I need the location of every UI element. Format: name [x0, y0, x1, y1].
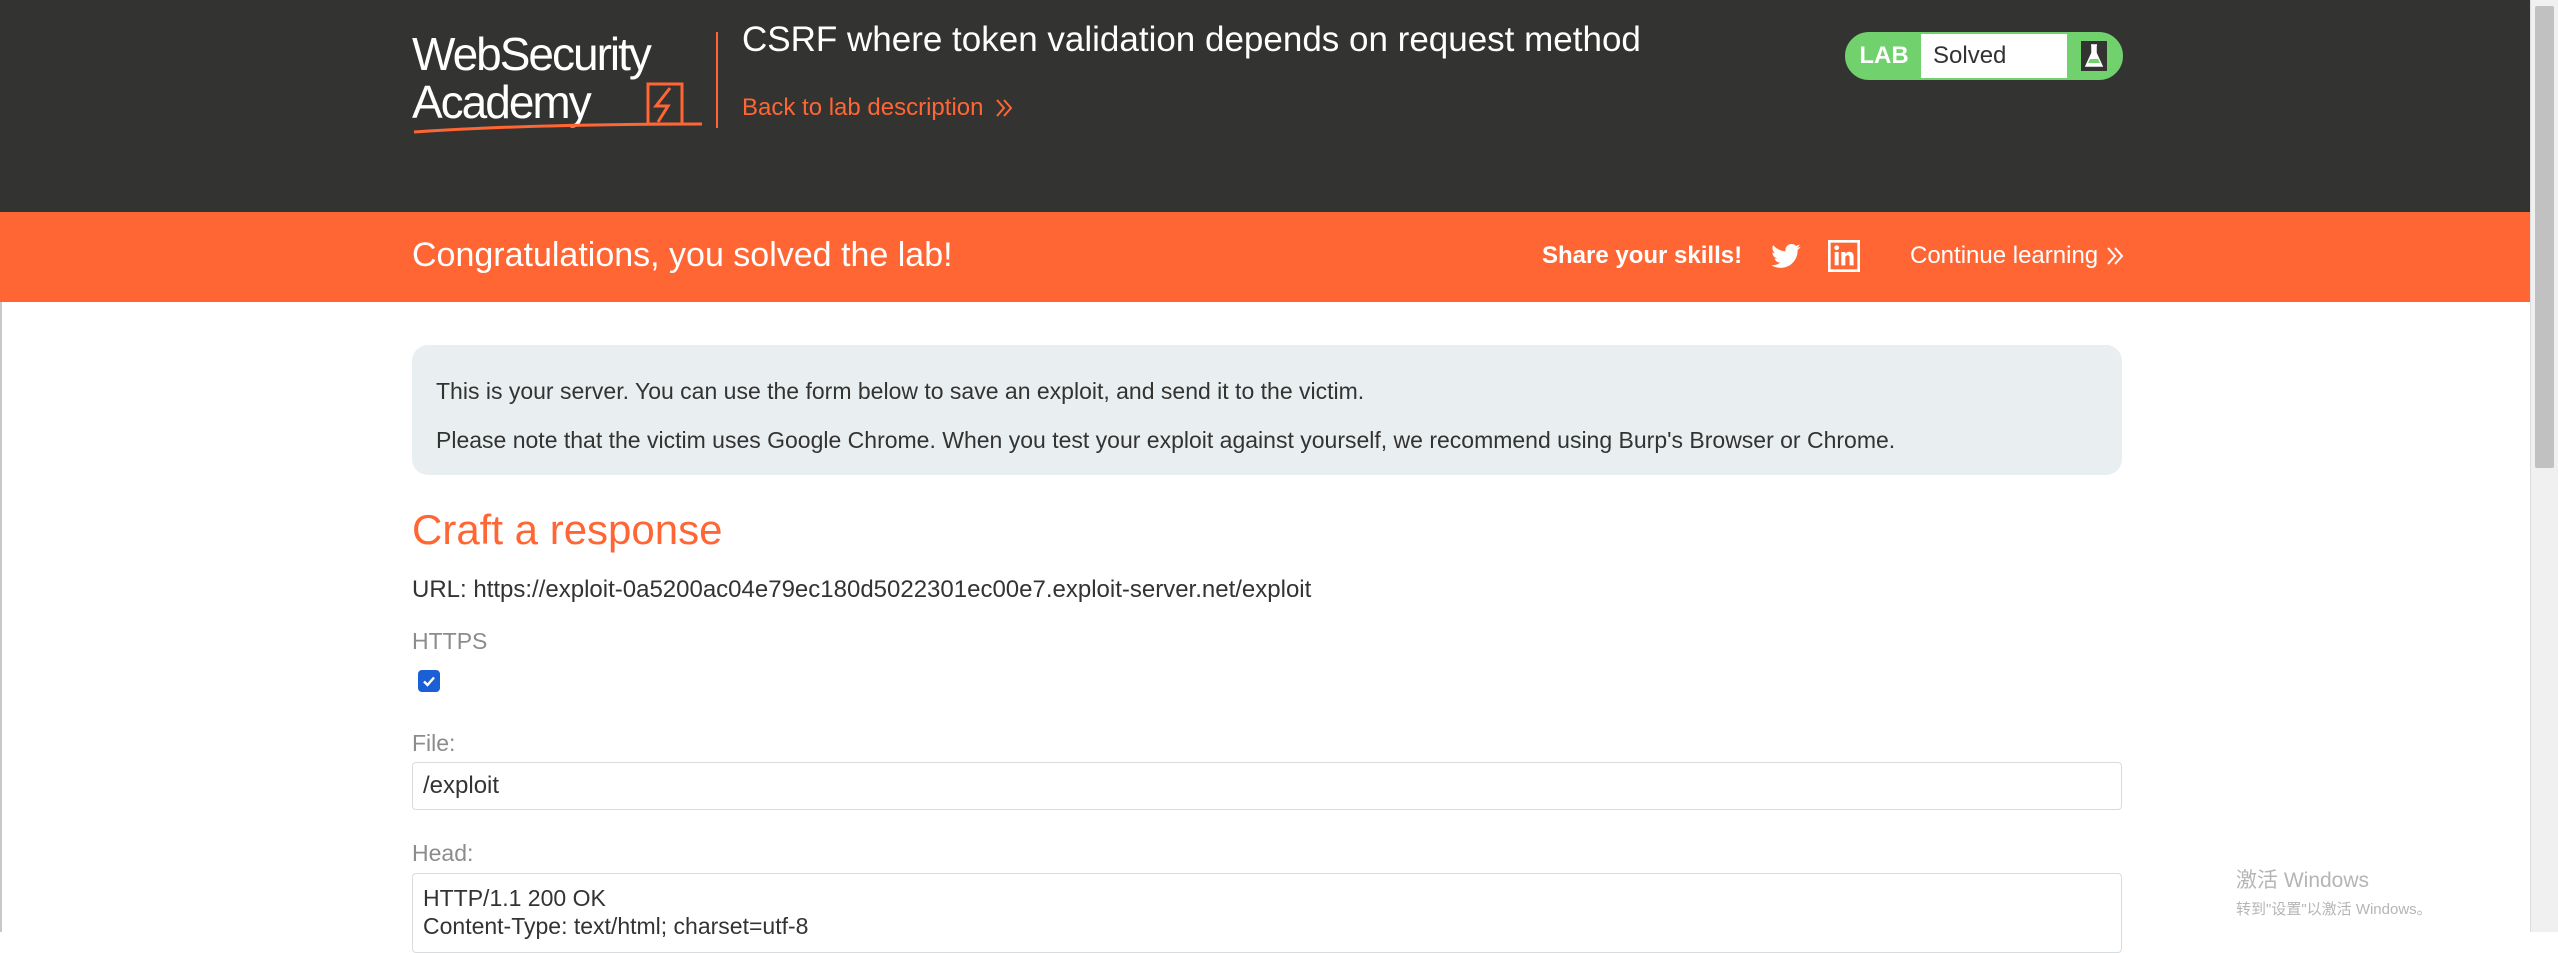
web-security-academy-logo[interactable]: WebSecurity Academy [412, 28, 712, 140]
file-path-input[interactable]: /exploit [412, 762, 2122, 810]
back-to-lab-description-link[interactable]: Back to lab description [742, 94, 1013, 122]
logo-text-line2: Academy [412, 76, 592, 128]
continue-learning-link[interactable]: Continue learning [1910, 242, 2124, 270]
congratulations-message: Congratulations, you solved the lab! [412, 236, 953, 274]
flask-icon [2067, 34, 2121, 78]
server-info-box: This is your server. You can use the for… [412, 345, 2122, 475]
double-chevron-right-icon [996, 99, 1013, 117]
lab-title: CSRF where token validation depends on r… [742, 20, 1641, 59]
continue-learning-label: Continue learning [1910, 242, 2099, 269]
checkmark-icon [423, 676, 435, 687]
craft-response-heading: Craft a response [412, 506, 723, 553]
https-checkbox[interactable] [418, 670, 440, 692]
double-chevron-right-icon [2107, 247, 2124, 265]
logo-divider [716, 32, 718, 128]
file-label: File: [412, 730, 456, 756]
head-line: HTTP/1.1 200 OK [423, 885, 606, 911]
back-link-label: Back to lab description [742, 94, 984, 121]
vertical-scrollbar[interactable] [2530, 0, 2558, 932]
exploit-url: URL: https://exploit-0a5200ac04e79ec180d… [412, 576, 1312, 603]
head-line: Content-Type: text/html; charset=utf-8 [423, 913, 809, 939]
share-skills-label: Share your skills! [1542, 242, 1743, 269]
https-label: HTTPS [412, 628, 488, 654]
twitter-icon[interactable] [1770, 240, 1802, 272]
lab-header: WebSecurity Academy CSRF where token val… [0, 0, 2530, 212]
solved-banner: Congratulations, you solved the lab! Sha… [0, 212, 2530, 302]
lab-status-text: Solved [1921, 34, 2067, 78]
info-line-server: This is your server. You can use the for… [436, 378, 1365, 404]
watermark-line1: 激活 Windows [2236, 869, 2370, 892]
linkedin-icon[interactable] [1828, 240, 1860, 272]
logo-text-line1: WebSecurity [412, 28, 652, 80]
response-head-textarea[interactable]: HTTP/1.1 200 OK Content-Type: text/html;… [412, 873, 2122, 953]
windows-activation-watermark: 激活 Windows 转到"设置"以激活 Windows。 [2236, 864, 2432, 919]
info-line-browser-note: Please note that the victim uses Google … [436, 427, 1896, 453]
logo-bolt-box [646, 82, 684, 126]
lab-tag: LAB [1859, 42, 1909, 69]
watermark-line2: 转到"设置"以激活 Windows。 [2236, 901, 2432, 918]
logo-bolt-icon [652, 87, 672, 123]
scrollbar-thumb[interactable] [2535, 6, 2554, 468]
lab-status-widget: LAB Solved [1845, 32, 2123, 80]
head-label: Head: [412, 840, 474, 866]
